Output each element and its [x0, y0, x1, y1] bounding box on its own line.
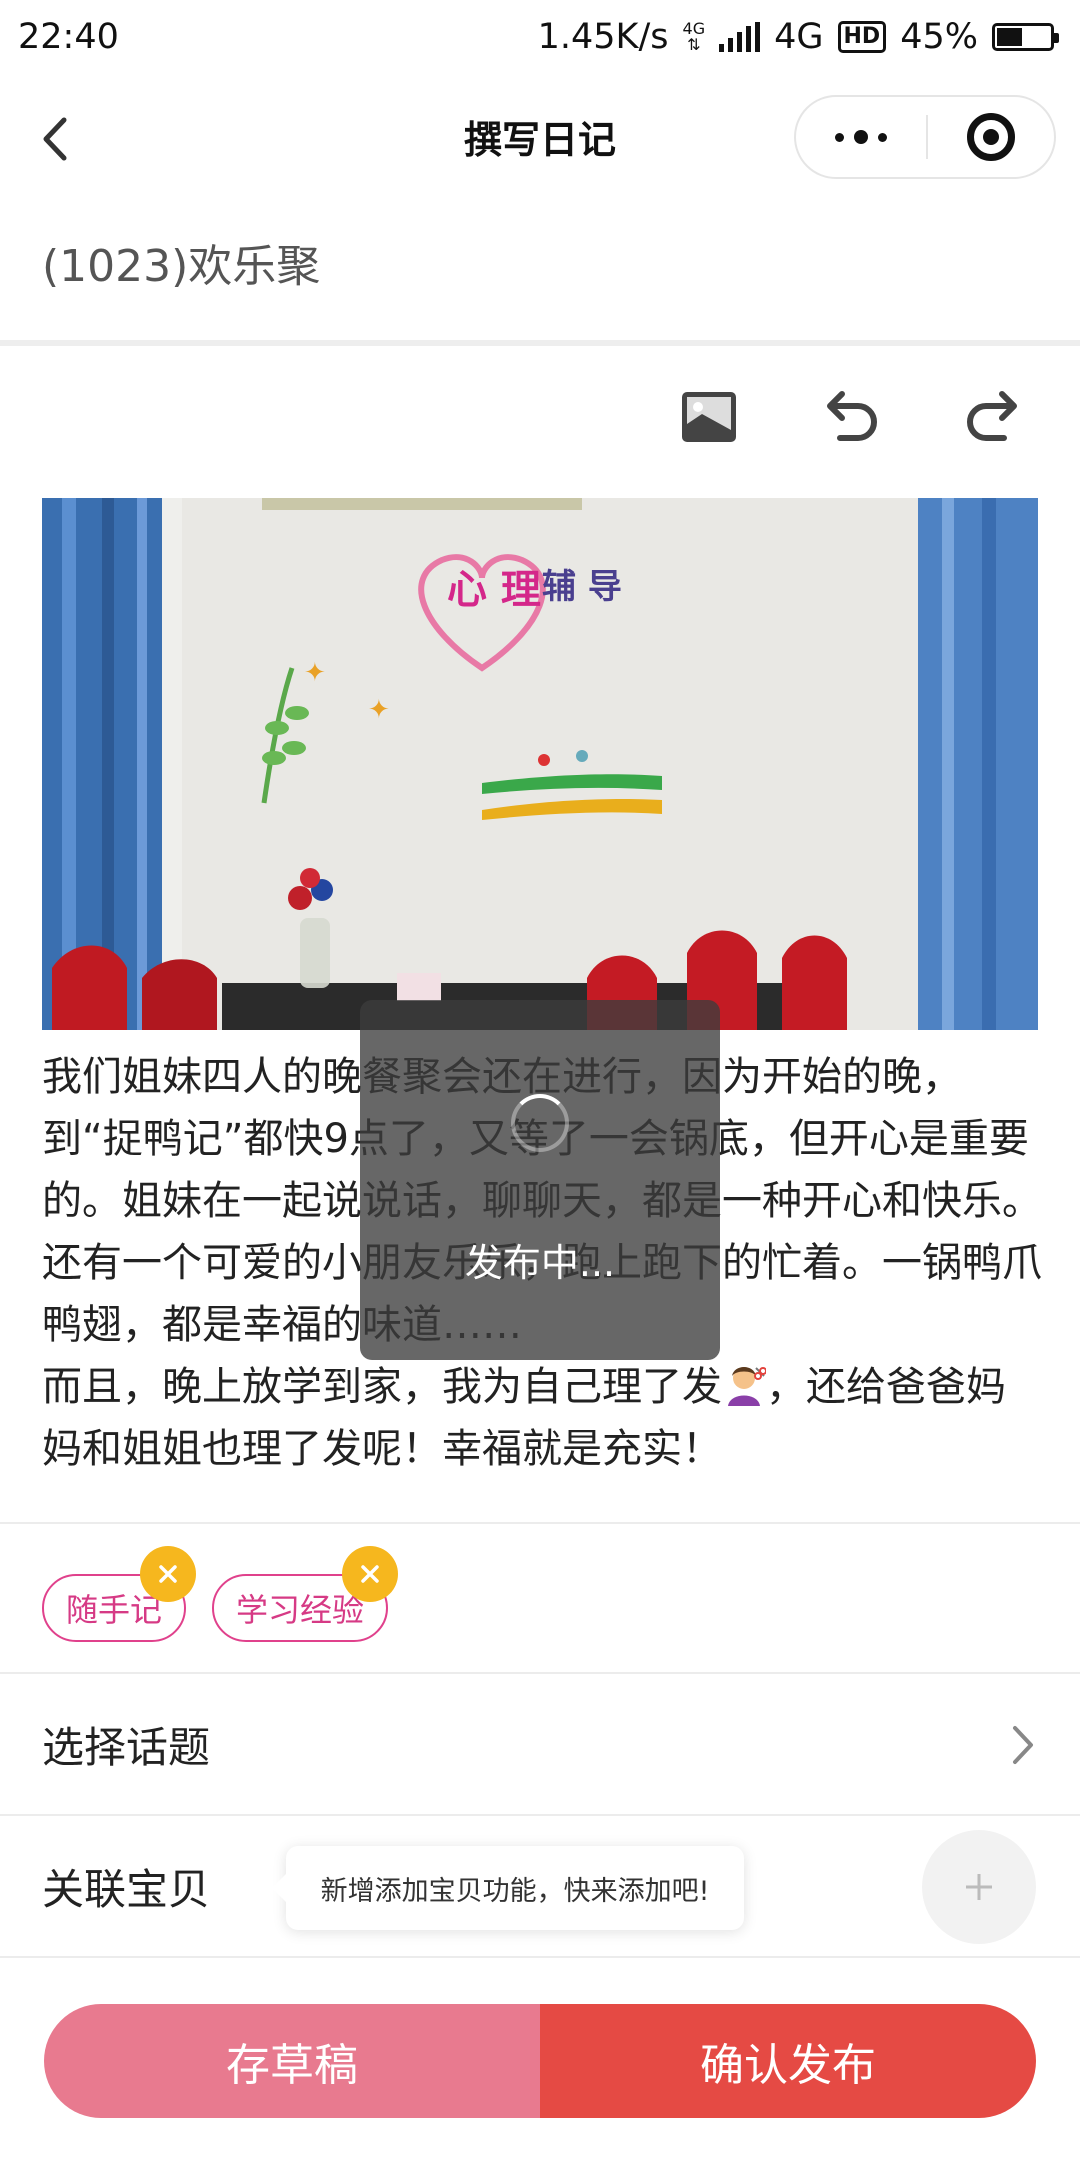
- save-draft-button[interactable]: 存草稿: [44, 2004, 540, 2118]
- tag-chip[interactable]: 随手记: [42, 1546, 197, 1642]
- loading-toast: 发布中...: [360, 1000, 720, 1360]
- mini-program-capsule: [794, 95, 1056, 179]
- hd-icon: HD: [837, 21, 887, 53]
- loading-spinner-icon: [511, 1093, 569, 1152]
- chevron-right-icon: [1013, 1726, 1033, 1764]
- loading-text: 发布中...: [464, 1240, 616, 1285]
- svg-text:✦: ✦: [304, 658, 326, 688]
- target-icon: [967, 113, 1015, 161]
- diary-photo[interactable]: 心 理 辅 导 ✦ ✦: [42, 498, 1038, 1030]
- haircut-emoji-icon: [728, 1367, 766, 1406]
- plus-icon: [966, 1874, 992, 1900]
- more-icon[interactable]: [796, 97, 926, 177]
- link-item-label: 关联宝贝: [42, 1864, 211, 1914]
- editor-toolbar: [672, 380, 1030, 454]
- tag-chip[interactable]: 学习经验: [212, 1546, 399, 1642]
- nav-bar: 撰写日记: [0, 74, 1080, 198]
- network-type: 4G: [774, 17, 824, 57]
- tag-label: 学习经验: [236, 1591, 365, 1629]
- svg-text:✦: ✦: [368, 695, 390, 725]
- status-indicators: 1.45K/s 4G ⇅ 4G HD 45%: [537, 17, 1059, 57]
- status-time: 22:40: [18, 17, 119, 57]
- divider: [0, 1956, 1080, 1958]
- tag-list: 随手记 学习经验: [42, 1546, 399, 1642]
- image-icon[interactable]: [672, 380, 746, 454]
- select-topic-label: 选择话题: [42, 1722, 211, 1772]
- remove-tag-close-icon[interactable]: [140, 1546, 197, 1602]
- remove-tag-close-icon[interactable]: [342, 1546, 399, 1602]
- bottom-action-bar: 存草稿 确认发布: [44, 2004, 1036, 2118]
- network-speed: 1.45K/s: [537, 17, 669, 57]
- network-small-icon: 4G ⇅: [682, 19, 706, 54]
- confirm-publish-button[interactable]: 确认发布: [540, 2004, 1036, 2118]
- svg-text:辅 导: 辅 导: [542, 567, 622, 607]
- new-feature-tooltip: 新增添加宝贝功能，快来添加吧!: [272, 1846, 744, 1930]
- close-mini-program-button[interactable]: [928, 113, 1054, 161]
- select-topic-row[interactable]: 选择话题: [0, 1674, 1080, 1814]
- diary-title-input[interactable]: (1023)欢乐聚: [42, 230, 320, 294]
- page-title: 撰写日记: [463, 117, 616, 162]
- battery-icon: [992, 23, 1059, 51]
- svg-text:心 理: 心 理: [447, 567, 541, 613]
- status-bar: 22:40 1.45K/s 4G ⇅ 4G HD 45%: [0, 0, 1080, 74]
- redo-icon[interactable]: [956, 380, 1030, 454]
- signal-icon: [719, 22, 761, 52]
- room-photo-illustration: 心 理 辅 导 ✦ ✦: [42, 498, 1038, 1030]
- undo-icon[interactable]: [814, 380, 888, 454]
- diary-text-paragraph-2: 而且，晚上放学到家，我为自己理了发: [42, 1364, 722, 1410]
- back-icon[interactable]: [36, 114, 76, 164]
- battery-percent: 45%: [900, 17, 978, 57]
- divider: [0, 1522, 1080, 1524]
- add-item-button[interactable]: [922, 1830, 1036, 1944]
- divider: [0, 340, 1080, 346]
